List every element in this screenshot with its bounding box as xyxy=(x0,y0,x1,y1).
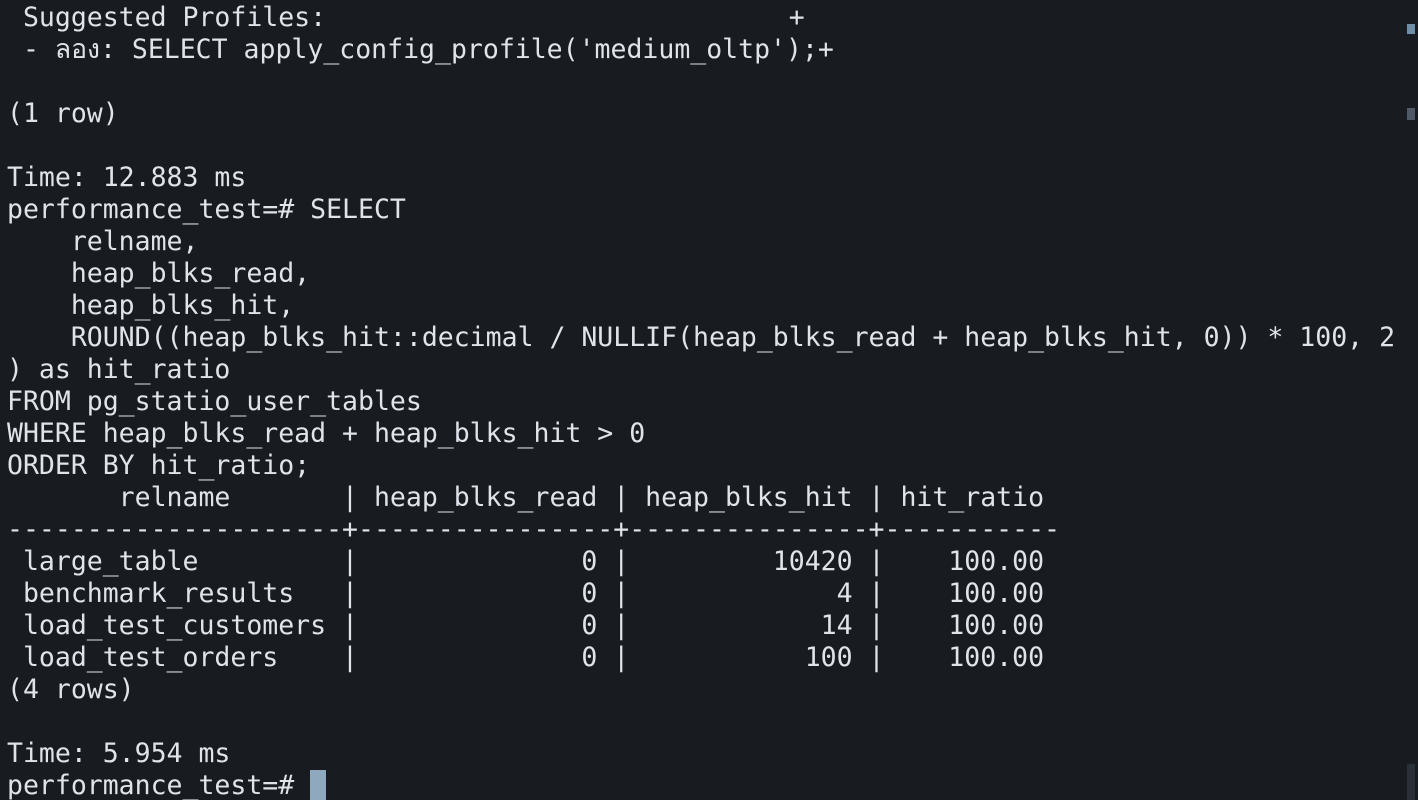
output-line: ROUND((heap_blks_hit::decimal / NULLIF(h… xyxy=(7,322,1396,353)
output-line: ) as hit_ratio xyxy=(7,354,231,385)
output-line: heap_blks_read, xyxy=(7,258,311,289)
output-line: (1 row) xyxy=(7,98,119,129)
output-line: FROM pg_statio_user_tables xyxy=(7,386,422,417)
output-line: (4 rows) xyxy=(7,674,135,705)
scrollbar-thumb[interactable] xyxy=(1407,764,1415,800)
table-row: load_test_customers | 0 | 14 | 100.00 xyxy=(7,610,1045,641)
table-row: large_table | 0 | 10420 | 100.00 xyxy=(7,546,1045,577)
output-line: performance_test=# SELECT xyxy=(7,194,406,225)
output-line: WHERE heap_blks_read + heap_blks_hit > 0 xyxy=(7,418,646,449)
output-line: - ลอง: SELECT apply_config_profile('medi… xyxy=(7,34,834,65)
terminal-window[interactable]: Suggested Profiles: + - ลอง: SELECT appl… xyxy=(0,0,1418,800)
scrollbar-marker[interactable] xyxy=(1407,108,1415,120)
output-line: relname, xyxy=(7,226,199,257)
table-row: load_test_orders | 0 | 100 | 100.00 xyxy=(7,642,1045,673)
text-cursor xyxy=(310,770,326,800)
table-separator: ---------------------+----------------+-… xyxy=(7,514,1060,545)
scrollbar-marker[interactable] xyxy=(1407,24,1415,34)
output-line: heap_blks_hit, xyxy=(7,290,295,321)
table-header: relname | heap_blks_read | heap_blks_hit… xyxy=(7,482,1045,513)
command-prompt[interactable]: performance_test=# xyxy=(7,770,310,800)
output-line: Time: 12.883 ms xyxy=(7,162,247,193)
output-line: Suggested Profiles: + xyxy=(7,2,805,33)
output-line: Time: 5.954 ms xyxy=(7,738,231,769)
table-row: benchmark_results | 0 | 4 | 100.00 xyxy=(7,578,1045,609)
output-line: ORDER BY hit_ratio; xyxy=(7,450,311,481)
